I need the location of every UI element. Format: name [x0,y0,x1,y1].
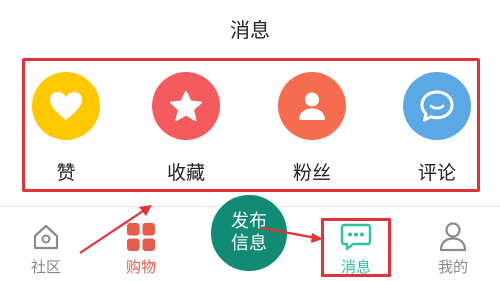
action-like[interactable]: 赞 [21,72,111,192]
nav-item-shopping[interactable]: 购物 [111,220,171,277]
messages-highlight-box [321,218,391,277]
comment-circle [403,72,471,140]
page-title: 消息 [230,18,270,42]
grid-icon [111,220,171,254]
nav-item-community[interactable]: 社区 [16,220,76,277]
message-screen: 消息 赞 收藏 粉丝 评论 社区 购物 发布 信息 消息 我的 [0,0,500,281]
action-like-label: 赞 [56,162,76,184]
action-fans-label: 粉丝 [292,162,331,184]
action-comment[interactable]: 评论 [392,72,482,192]
nav-label-community: 社区 [30,258,61,276]
like-circle [32,72,100,140]
chat-bubble-icon [420,90,454,122]
user-icon [299,92,325,120]
publish-label-line2: 信息 [231,233,267,254]
nav-item-mine[interactable]: 我的 [423,220,483,277]
nav-label-shopping: 购物 [125,258,156,276]
heart-icon [50,92,82,120]
nav-label-mine: 我的 [437,258,468,276]
action-fans[interactable]: 粉丝 [267,72,357,192]
action-favorite[interactable]: 收藏 [141,72,231,192]
publish-label-line1: 发布 [231,211,267,232]
action-comment-label: 评论 [417,162,456,184]
fans-circle [278,72,346,140]
action-favorite-label: 收藏 [166,162,205,184]
profile-icon [423,220,483,254]
publish-button[interactable]: 发布 信息 [209,193,289,273]
home-icon [16,220,76,254]
favorite-circle [152,72,220,140]
star-icon [170,91,202,121]
